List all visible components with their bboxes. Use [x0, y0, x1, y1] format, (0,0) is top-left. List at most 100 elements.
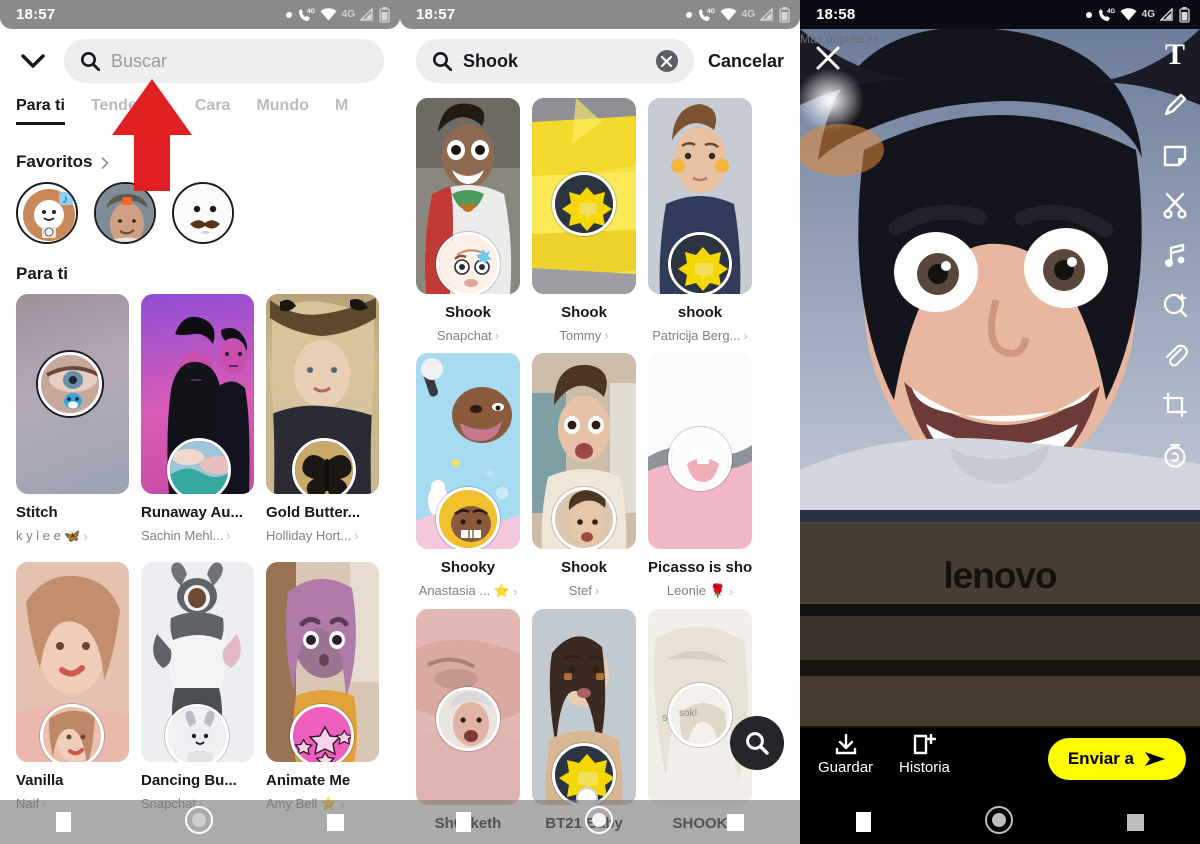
clear-search-button[interactable]: [655, 50, 678, 72]
cancel-button[interactable]: Cancelar: [708, 51, 784, 72]
save-button[interactable]: Guardar: [818, 734, 873, 776]
android-nav-bar: [800, 800, 1200, 844]
result-card[interactable]: BT21 Baby: [532, 609, 636, 832]
attachment-tool-button[interactable]: [1158, 338, 1192, 372]
crop-icon: [1162, 392, 1188, 418]
scissors-tool-button[interactable]: [1158, 188, 1192, 222]
phone-4g-icon: 4G: [298, 9, 315, 21]
battery-icon: [379, 6, 390, 23]
timer-tool-button[interactable]: [1158, 438, 1192, 472]
nav-recents-button[interactable]: [1126, 813, 1144, 831]
lens-author[interactable]: Anastasia ... ⭐ ›: [416, 583, 520, 599]
search-row: Shook Cancelar: [416, 39, 784, 83]
status-bar: 18:57 4G 4G: [0, 0, 400, 29]
lens-author[interactable]: Leonie 🌹 ›: [648, 583, 752, 599]
lens-card[interactable]: Gold Butter... Holliday Hort... ›: [266, 294, 379, 544]
result-card[interactable]: shook Patricija Berg... ›: [648, 98, 752, 343]
nav-home-button[interactable]: [584, 805, 614, 840]
result-card[interactable]: Shook Snapchat ›: [416, 98, 520, 343]
lens-name: Shook: [561, 304, 607, 321]
text-tool-button[interactable]: T: [1158, 38, 1192, 72]
music-tool-button[interactable]: [1158, 238, 1192, 272]
lens-preview: [141, 294, 254, 494]
tab-musica[interactable]: M: [335, 97, 348, 122]
search-placeholder: Buscar: [111, 50, 168, 71]
tab-mundo[interactable]: Mundo: [256, 97, 308, 122]
close-button[interactable]: [814, 44, 842, 77]
result-card[interactable]: Picasso is shook Leonie 🌹 ›: [648, 353, 752, 599]
attachment-icon: [1165, 344, 1188, 367]
send-arrow-icon: [1145, 752, 1165, 766]
lens-card[interactable]: Vanilla Naif ›: [16, 562, 129, 812]
lens-author[interactable]: Sachin Mehl... ›: [141, 528, 254, 543]
lens-name: shook: [677, 304, 723, 321]
favorites-heading[interactable]: Favoritos: [0, 152, 400, 172]
panel-lens-discover: 18:57 4G 4G Buscar Para ti Tendencia Car…: [0, 0, 400, 844]
chevron-right-icon: ›: [604, 328, 609, 343]
lens-author-label: Stef: [568, 583, 592, 598]
search-row: Buscar: [16, 39, 384, 83]
sticker-tool-button[interactable]: [1158, 138, 1192, 172]
nav-recents-button[interactable]: [326, 813, 344, 831]
lens-author[interactable]: Tommy ›: [532, 328, 636, 343]
close-icon: [816, 46, 840, 70]
crop-tool-button[interactable]: [1158, 388, 1192, 422]
result-card[interactable]: Sh00keth: [416, 609, 520, 832]
lens-author[interactable]: Stef ›: [532, 583, 636, 598]
search-input[interactable]: Buscar: [64, 39, 384, 83]
nav-back-button[interactable]: [456, 812, 472, 832]
feed-heading: Para ti: [16, 264, 68, 283]
collapse-button[interactable]: [16, 44, 50, 78]
search-fab-button[interactable]: [730, 716, 784, 770]
dot-icon: [1085, 11, 1092, 18]
tab-para-ti[interactable]: Para ti: [16, 97, 65, 125]
story-label: Historia: [899, 759, 950, 776]
lens-preview: [16, 562, 129, 762]
lens-thumbnail: sok!: [668, 683, 732, 747]
panel-snap-preview: lenovo 18:58 4G 4G Más populares T Guard…: [800, 0, 1200, 844]
favorite-lens-1[interactable]: ♪: [16, 182, 78, 244]
wifi-icon: [720, 8, 737, 21]
send-label: Enviar a: [1067, 749, 1134, 768]
annotation-arrow-up: [112, 79, 192, 191]
battery-icon: [779, 6, 790, 23]
result-card[interactable]: Shook Tommy ›: [532, 98, 636, 343]
lens-card[interactable]: Stitch k y l e e 🦋 ›: [16, 294, 129, 544]
sticker-icon: [1163, 145, 1187, 167]
favorite-lens-2[interactable]: [94, 182, 156, 244]
stitch-eye-icon: [41, 355, 99, 413]
send-to-button[interactable]: Enviar a: [1047, 738, 1186, 780]
add-story-icon: [914, 734, 937, 755]
lens-author[interactable]: Holliday Hort... ›: [266, 528, 379, 543]
story-button[interactable]: Historia: [899, 734, 950, 776]
tab-cara[interactable]: Cara: [195, 97, 231, 122]
stars-icon: [293, 707, 351, 762]
lens-author[interactable]: Patricija Berg... ›: [648, 328, 752, 343]
download-icon: [835, 734, 856, 755]
lens-author[interactable]: k y l e e 🦋 ›: [16, 528, 129, 544]
lens-card[interactable]: Runaway Au... Sachin Mehl... ›: [141, 294, 254, 544]
lens-preview: [266, 294, 379, 494]
lens-author-label: Holliday Hort...: [266, 528, 352, 543]
draw-tool-button[interactable]: [1158, 88, 1192, 122]
lens-author-label: k y l e e 🦋: [16, 528, 81, 543]
nav-home-button[interactable]: [184, 805, 214, 840]
nav-home-button[interactable]: [984, 805, 1014, 840]
result-card[interactable]: Shooky Anastasia ... ⭐ ›: [416, 353, 520, 599]
magic-search-tool-button[interactable]: [1158, 288, 1192, 322]
lens-card[interactable]: Animate Me Amy Bell ⭐ ›: [266, 562, 379, 812]
nav-back-button[interactable]: [56, 812, 72, 832]
result-card[interactable]: Shook Stef ›: [532, 353, 636, 599]
lens-author[interactable]: Snapchat ›: [416, 328, 520, 343]
vanilla-face-icon: [43, 707, 101, 762]
nav-back-button[interactable]: [856, 812, 872, 832]
lens-card[interactable]: Dancing Bu... Snapchat ›: [141, 562, 254, 812]
search-input[interactable]: Shook: [416, 39, 694, 83]
home-circle-icon: [584, 805, 613, 834]
lens-name: Shook: [445, 304, 491, 321]
bunny-icon: [168, 707, 226, 762]
lens-thumbnail: [38, 352, 102, 416]
nav-recents-button[interactable]: [726, 813, 744, 831]
result-card[interactable]: sok! sok! SHOOK: [648, 609, 752, 832]
favorite-lens-3[interactable]: [172, 182, 234, 244]
